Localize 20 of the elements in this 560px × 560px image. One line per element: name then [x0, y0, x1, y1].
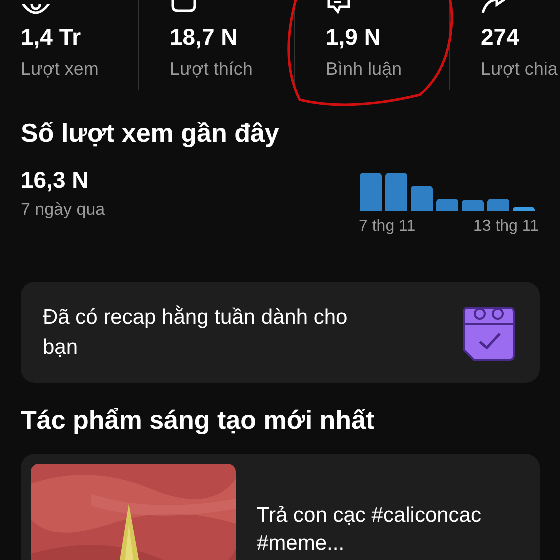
stat-value: 1,9 N [326, 24, 382, 51]
axis-label: 7 thg 11 [359, 218, 416, 236]
video-card[interactable]: Trả con cạc #caliconcac #meme... [21, 454, 540, 560]
section-title: Số lượt xem gần đây [21, 118, 280, 149]
recap-message: Đã có recap hằng tuần dành cho bạn [43, 304, 349, 360]
eye-icon [21, 4, 51, 14]
stat-label: Lượt xem [21, 59, 100, 80]
period-label: 7 ngày qua [21, 200, 106, 220]
comment-icon [326, 0, 352, 14]
video-caption: Trả con cạc #caliconcac #meme... [257, 503, 482, 557]
stat-value: 274 [481, 24, 520, 51]
stat-value: 18,7 N [170, 24, 239, 51]
stat-label: Lượt thích [170, 59, 254, 80]
views-total: 16,3 N [21, 167, 90, 194]
share-icon [481, 0, 509, 14]
stat-label: Bình luận [326, 59, 404, 80]
section-title: Tác phẩm sáng tạo mới nhất [21, 405, 376, 436]
stat-label: Lượt chia [481, 59, 559, 80]
stat-value: 1,4 Tr [21, 24, 82, 51]
axis-label: 13 thg 11 [473, 218, 539, 236]
